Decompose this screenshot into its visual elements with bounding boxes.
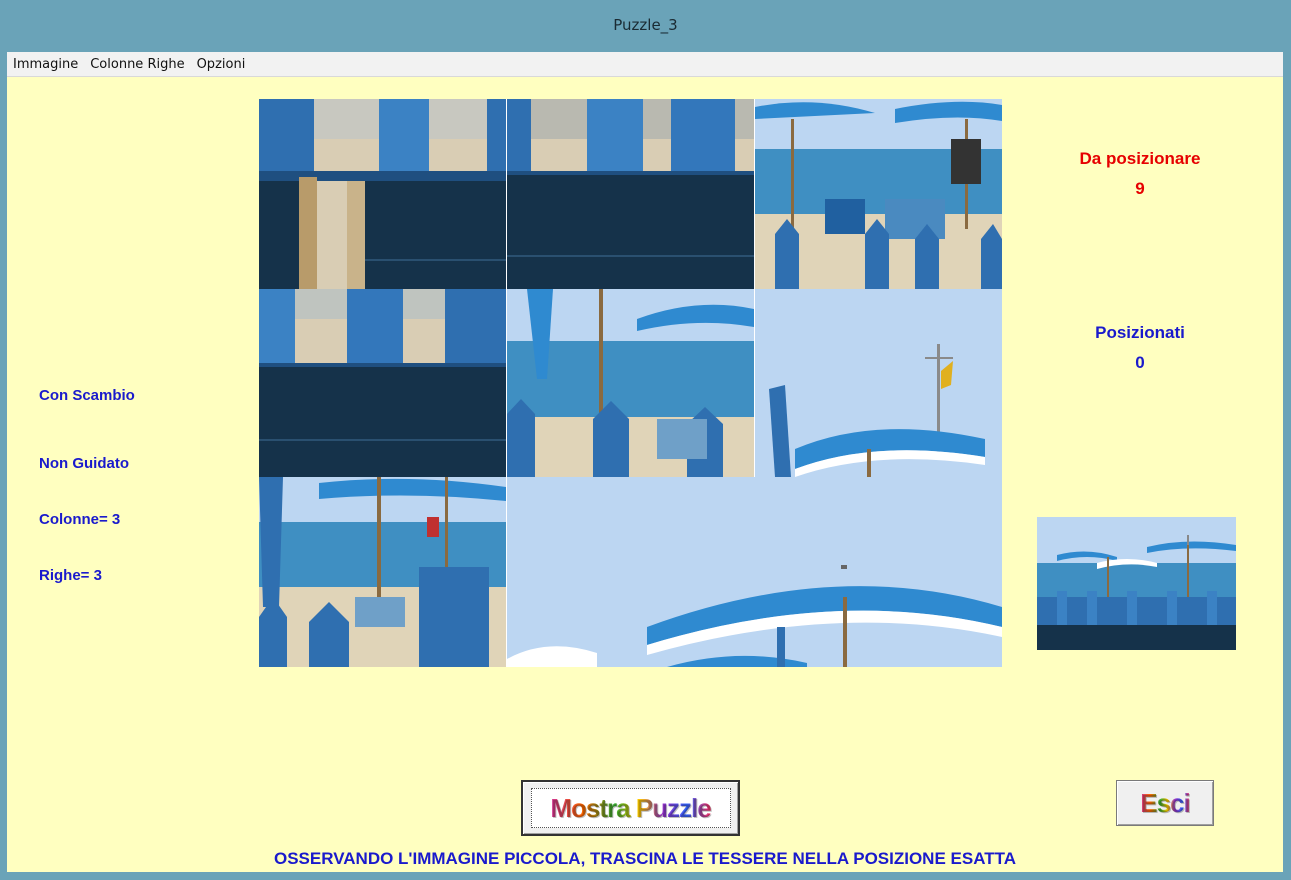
to-place-stat: Da posizionare 9 xyxy=(1050,149,1230,199)
reference-thumbnail xyxy=(1037,517,1236,650)
menu-bar: Immagine Colonne Righe Opzioni xyxy=(7,52,1283,77)
show-puzzle-button-face: Mostra Puzzle xyxy=(530,788,731,828)
rows-label: Righe= 3 xyxy=(39,567,102,584)
guide-label: Non Guidato xyxy=(39,455,129,472)
menu-opzioni[interactable]: Opzioni xyxy=(191,57,252,72)
columns-label: Colonne= 3 xyxy=(39,511,121,528)
puzzle-tile-7[interactable] xyxy=(259,477,506,667)
puzzle-tile-3[interactable] xyxy=(755,99,1002,289)
exit-label: Esci xyxy=(1140,787,1190,818)
to-place-label: Da posizionare xyxy=(1079,149,1201,168)
fence-closeup-image xyxy=(259,99,506,289)
puzzle-tile-6[interactable] xyxy=(755,289,1002,477)
instruction-text: OSSERVANDO L'IMMAGINE PICCOLA, TRASCINA … xyxy=(273,849,1016,868)
puzzle-tile-4[interactable] xyxy=(259,289,506,477)
menu-immagine[interactable]: Immagine xyxy=(7,57,84,72)
puzzle-tile-1[interactable] xyxy=(259,99,506,289)
window-title: Puzzle_3 xyxy=(613,16,678,34)
puzzle-tile-8[interactable] xyxy=(507,477,1002,667)
client-area: Con Scambio Non Guidato Colonne= 3 Righe… xyxy=(7,77,1283,872)
fence-closeup-image xyxy=(259,289,506,477)
puzzle-board xyxy=(259,99,1002,667)
fence-closeup-image xyxy=(507,99,754,289)
sea-scene-image xyxy=(507,289,754,477)
placed-label: Posizionati xyxy=(1095,323,1185,342)
exit-button[interactable]: Esci xyxy=(1116,780,1214,826)
placed-stat: Posizionati 0 xyxy=(1050,323,1230,373)
beach-reference-image xyxy=(1037,517,1236,650)
puzzle-tile-2[interactable] xyxy=(507,99,754,289)
to-place-value: 9 xyxy=(1135,179,1145,198)
show-puzzle-button[interactable]: Mostra Puzzle xyxy=(521,780,740,836)
sky-flag-image xyxy=(755,289,1002,477)
placed-value: 0 xyxy=(1135,353,1145,372)
beach-scene-image xyxy=(755,99,1002,289)
puzzle-tile-5[interactable] xyxy=(507,289,754,477)
title-bar[interactable]: Puzzle_3 xyxy=(0,0,1291,50)
show-puzzle-label: Mostra Puzzle xyxy=(550,792,711,823)
mode-label: Con Scambio xyxy=(39,387,135,404)
beach-scene-image xyxy=(259,477,506,667)
app-window: Puzzle_3 Immagine Colonne Righe Opzioni … xyxy=(0,0,1291,880)
menu-colonne-righe[interactable]: Colonne Righe xyxy=(84,57,190,72)
sky-umbrella-image xyxy=(507,477,1002,667)
